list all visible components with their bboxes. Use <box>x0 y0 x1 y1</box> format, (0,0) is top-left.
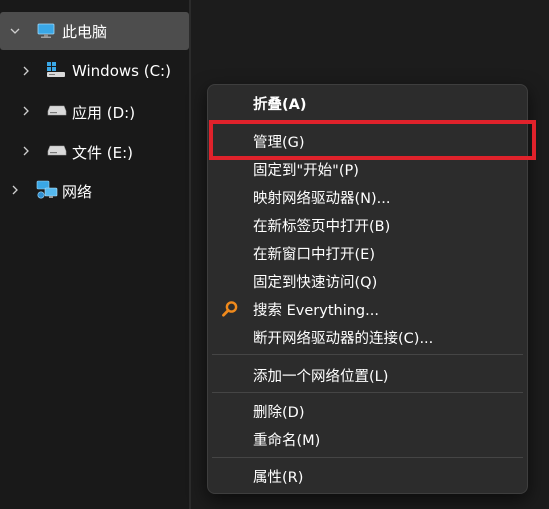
drive-icon <box>47 105 67 117</box>
menu-item-search-everything[interactable]: 搜索 Everything... <box>208 295 527 323</box>
annotation-highlight-box <box>209 120 536 160</box>
menu-item-label: 固定到"开始"(P) <box>253 162 359 179</box>
computer-icon <box>37 23 55 39</box>
menu-item-add-network-location[interactable]: 添加一个网络位置(L) <box>208 361 527 389</box>
network-icon <box>36 180 58 200</box>
menu-item-label: 映射网络驱动器(N)... <box>253 190 391 207</box>
chevron-right-icon[interactable] <box>21 106 31 116</box>
navigation-pane: 此电脑 Windows (C:) 应用 (D:) 文件 (E:) 网络 <box>0 0 189 509</box>
menu-item-properties[interactable]: 属性(R) <box>208 462 527 490</box>
menu-item-label: 在新窗口中打开(E) <box>253 246 375 263</box>
menu-item-open-new-window[interactable]: 在新窗口中打开(E) <box>208 239 527 267</box>
chevron-right-icon[interactable] <box>21 66 31 76</box>
drive-icon <box>47 145 67 157</box>
search-everything-icon <box>221 300 239 322</box>
chevron-down-icon[interactable] <box>10 26 20 36</box>
menu-item-open-new-tab[interactable]: 在新标签页中打开(B) <box>208 211 527 239</box>
tree-item-drive-d[interactable]: 应用 (D:) <box>0 93 189 129</box>
tree-item-label: 网络 <box>62 183 93 201</box>
menu-item-pin-quick-access[interactable]: 固定到快速访问(Q) <box>208 267 527 295</box>
menu-item-label: 添加一个网络位置(L) <box>253 368 389 385</box>
tree-item-label: 文件 (E:) <box>72 144 134 162</box>
menu-item-rename[interactable]: 重命名(M) <box>208 425 527 453</box>
menu-item-label: 属性(R) <box>253 469 304 486</box>
menu-item-collapse[interactable]: 折叠(A) <box>208 89 527 117</box>
menu-item-label: 固定到快速访问(Q) <box>253 274 378 291</box>
tree-item-drive-c[interactable]: Windows (C:) <box>0 53 189 89</box>
tree-item-label: 此电脑 <box>62 23 108 41</box>
menu-item-label: 断开网络驱动器的连接(C)... <box>253 330 434 347</box>
menu-item-label: 删除(D) <box>253 404 305 421</box>
menu-item-label: 在新标签页中打开(B) <box>253 218 391 235</box>
menu-separator <box>212 392 523 393</box>
menu-item-map-network-drive[interactable]: 映射网络驱动器(N)... <box>208 183 527 211</box>
chevron-right-icon[interactable] <box>21 146 31 156</box>
chevron-right-icon[interactable] <box>10 185 20 195</box>
system-drive-icon <box>46 61 66 79</box>
menu-item-label: 重命名(M) <box>253 432 321 449</box>
tree-item-label: 应用 (D:) <box>72 104 136 122</box>
tree-item-label: Windows (C:) <box>72 62 171 80</box>
menu-item-delete[interactable]: 删除(D) <box>208 397 527 425</box>
menu-item-label: 折叠(A) <box>253 96 307 113</box>
menu-separator <box>212 354 523 355</box>
tree-item-network[interactable]: 网络 <box>0 172 189 208</box>
menu-separator <box>212 457 523 458</box>
menu-item-label: 搜索 Everything... <box>253 302 379 319</box>
tree-item-this-pc[interactable]: 此电脑 <box>0 12 189 50</box>
menu-item-disconnect-network-drive[interactable]: 断开网络驱动器的连接(C)... <box>208 323 527 351</box>
tree-item-drive-e[interactable]: 文件 (E:) <box>0 133 189 169</box>
